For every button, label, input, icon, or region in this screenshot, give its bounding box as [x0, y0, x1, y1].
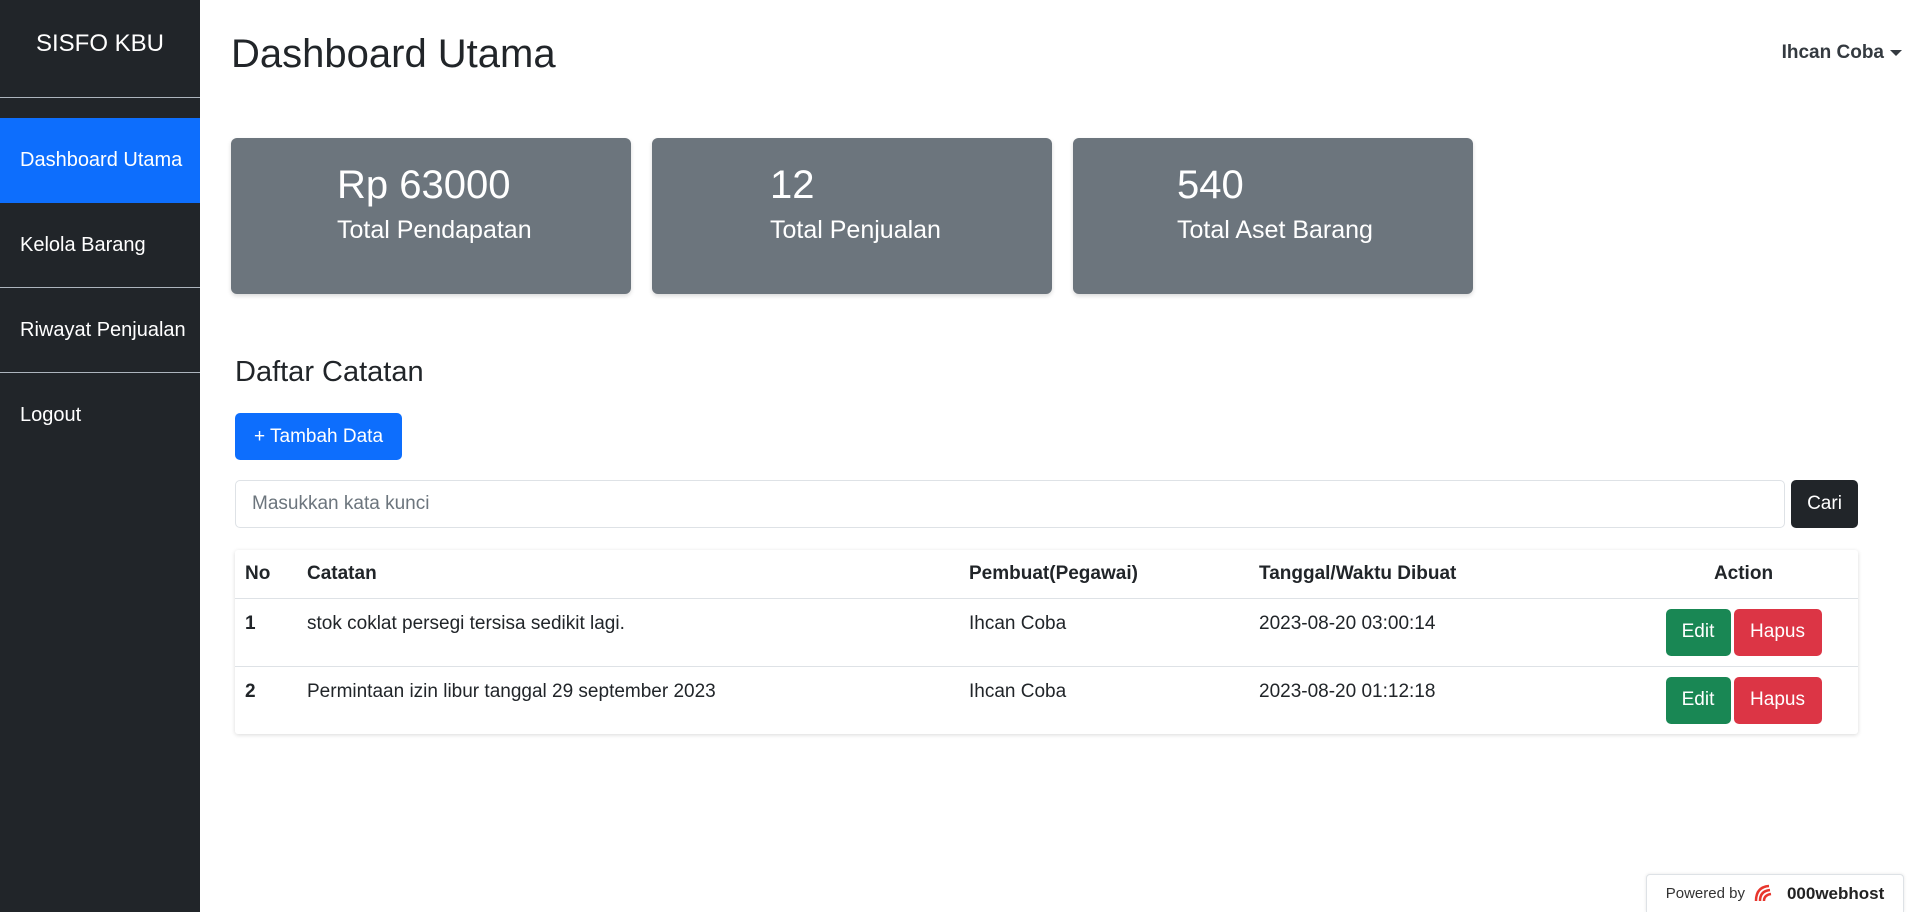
search-button[interactable]: Cari — [1791, 480, 1858, 528]
row-author: Ihcan Coba — [959, 598, 1249, 667]
row-note: stok coklat persegi tersisa sedikit lagi… — [297, 598, 959, 667]
column-header-catatan: Catatan — [297, 550, 959, 599]
notes-table: No Catatan Pembuat(Pegawai) Tanggal/Wakt… — [235, 550, 1858, 734]
sidebar-item-logout[interactable]: Logout — [0, 373, 200, 458]
table-row: 1 stok coklat persegi tersisa sedikit la… — [235, 598, 1858, 667]
column-header-no: No — [235, 550, 297, 599]
card-total-penjualan: 12 Total Penjualan — [652, 138, 1052, 294]
delete-button[interactable]: Hapus — [1733, 676, 1822, 724]
add-data-button[interactable]: + Tambah Data — [235, 413, 402, 460]
sidebar-item-riwayat-penjualan[interactable]: Riwayat Penjualan — [0, 288, 200, 373]
card-label: Total Aset Barang — [1177, 216, 1373, 244]
column-header-pembuat: Pembuat(Pegawai) — [959, 550, 1249, 599]
row-note: Permintaan izin libur tanggal 29 septemb… — [307, 680, 716, 702]
card-value: 12 — [770, 163, 815, 207]
column-header-action: Action — [1629, 550, 1858, 599]
edit-button[interactable]: Edit — [1665, 608, 1731, 656]
card-value: Rp 63000 — [337, 163, 511, 207]
sidebar-brand[interactable]: SISFO KBU — [0, 0, 200, 98]
webhost-name: 000webhost — [1786, 883, 1885, 903]
row-author: Ihcan Coba — [969, 680, 1067, 702]
row-actions: Edit Hapus — [1629, 598, 1858, 667]
summary-cards: Rp 63000 Total Pendapatan 12 Total Penju… — [231, 138, 1473, 294]
sidebar-nav: Dashboard Utama Kelola Barang Riwayat Pe… — [0, 118, 200, 458]
row-no: 1 — [235, 598, 297, 667]
row-no: 2 — [245, 680, 256, 702]
caret-down-icon — [1890, 50, 1902, 56]
search-input[interactable] — [235, 480, 1785, 528]
page-title: Dashboard Utama — [231, 32, 556, 76]
card-label: Total Penjualan — [770, 216, 941, 244]
table-header-row: No Catatan Pembuat(Pegawai) Tanggal/Wakt… — [235, 550, 1858, 599]
row-created: 2023-08-20 03:00:14 — [1249, 598, 1629, 667]
sidebar-item-dashboard[interactable]: Dashboard Utama — [0, 118, 200, 203]
main-content: Dashboard Utama Ihcan Coba Rp 63000 Tota… — [200, 0, 1920, 912]
sidebar-item-kelola-barang[interactable]: Kelola Barang — [0, 203, 200, 288]
webhost-logo-icon — [1754, 884, 1772, 901]
card-label: Total Pendapatan — [337, 216, 532, 244]
row-created: 2023-08-20 01:12:18 — [1259, 680, 1436, 702]
powered-by-text: Powered by — [1665, 885, 1745, 902]
card-total-pendapatan: Rp 63000 Total Pendapatan — [231, 138, 631, 294]
notes-title: Daftar Catatan — [235, 356, 424, 388]
user-name: Ihcan Coba — [1781, 42, 1884, 63]
powered-by-badge[interactable]: Powered by 000webhost — [1646, 874, 1904, 912]
row-actions: Edit Hapus — [1629, 666, 1858, 734]
table-row: 2 Permintaan izin libur tanggal 29 septe… — [235, 666, 1858, 734]
user-menu[interactable]: Ihcan Coba — [1782, 42, 1902, 64]
column-header-tanggal: Tanggal/Waktu Dibuat — [1249, 550, 1629, 599]
sidebar: SISFO KBU Dashboard Utama Kelola Barang … — [0, 0, 200, 912]
search-bar: Cari — [235, 480, 1858, 528]
card-total-aset-barang: 540 Total Aset Barang — [1073, 138, 1473, 294]
card-value: 540 — [1177, 163, 1244, 207]
edit-button[interactable]: Edit — [1665, 676, 1731, 724]
delete-button[interactable]: Hapus — [1733, 608, 1822, 656]
